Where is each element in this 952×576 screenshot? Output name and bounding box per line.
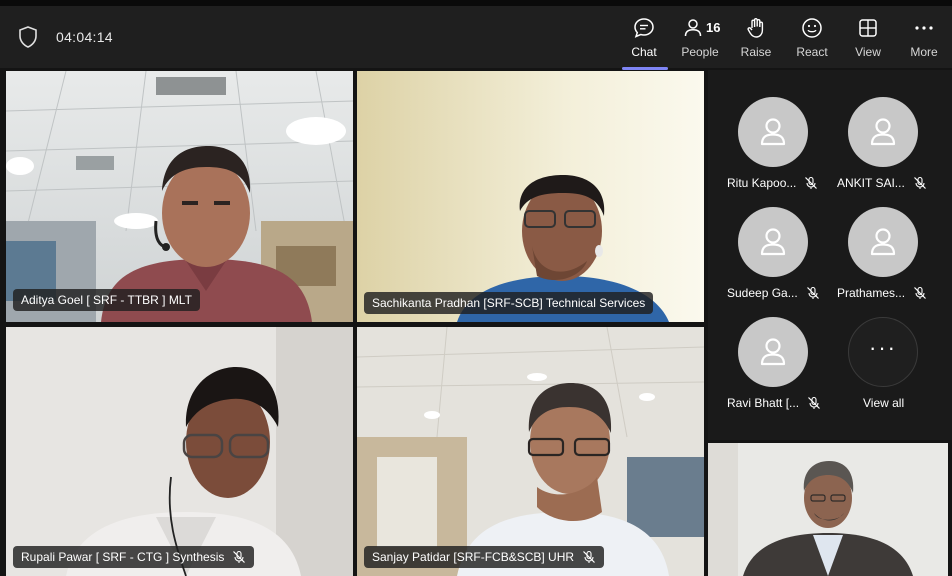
mic-muted-icon (583, 550, 595, 563)
mic-muted-icon (233, 550, 246, 563)
chat-label: Chat (631, 45, 657, 59)
participant-list-item[interactable]: Prathames... (837, 286, 927, 300)
video-tile[interactable]: Sanjay Patidar [SRF-FCB&SCB] UHR (357, 327, 704, 576)
video-tile[interactable]: Rupali Pawar [ SRF - CTG ] Synthesis (6, 327, 353, 576)
participant-list-item[interactable]: Ritu Kapoo... (727, 176, 818, 190)
participant-name: Prathames... (837, 286, 906, 300)
meeting-window: 04:04:14 Chat 16 People Raise React View… (0, 0, 952, 576)
person-icon (760, 228, 786, 256)
participant-name: Sanjay Patidar [SRF-FCB&SCB] UHR (372, 550, 575, 564)
participant-name: Sudeep Ga... (727, 286, 798, 300)
view-button[interactable]: View (840, 12, 896, 66)
people-icon (684, 19, 702, 37)
participant-name: ANKIT SAI... (837, 176, 905, 190)
more-button[interactable]: More (896, 12, 952, 66)
participant-list-item[interactable]: Sudeep Ga... (727, 286, 820, 300)
participant-video (357, 327, 704, 576)
participant-name: Rupali Pawar [ SRF - CTG ] Synthesis (21, 550, 225, 564)
meeting-timer: 04:04:14 (56, 29, 113, 45)
avatar[interactable] (738, 97, 808, 167)
people-count: 16 (706, 20, 721, 35)
avatar[interactable] (738, 207, 808, 277)
react-icon (802, 18, 822, 38)
person-icon (870, 118, 896, 146)
mic-muted-icon (808, 396, 820, 409)
participant-name: Ritu Kapoo... (727, 176, 797, 190)
participant-name: Aditya Goel [ SRF - TTBR ] MLT (21, 293, 192, 307)
raise-label: Raise (740, 45, 772, 59)
participant-roster: Ritu Kapoo... ANKIT SAI... Sudeep Ga... … (708, 70, 952, 440)
self-video (708, 443, 948, 576)
participant-video (6, 327, 353, 576)
view-icon (859, 19, 877, 37)
react-label: React (796, 45, 828, 59)
participant-name-tag: Sanjay Patidar [SRF-FCB&SCB] UHR (364, 546, 605, 568)
participant-name-tag: Aditya Goel [ SRF - TTBR ] MLT (13, 289, 200, 311)
chat-active-indicator (622, 67, 668, 70)
mic-muted-icon (914, 286, 926, 299)
view-label: View (855, 45, 881, 59)
person-icon (870, 228, 896, 256)
more-icon (915, 26, 933, 30)
avatar[interactable] (738, 317, 808, 387)
person-icon (760, 338, 786, 366)
participant-video (6, 71, 353, 322)
participant-name-tag: Rupali Pawar [ SRF - CTG ] Synthesis (13, 546, 255, 568)
chat-icon (634, 18, 654, 38)
meeting-toolbar: 04:04:14 Chat 16 People Raise React View… (0, 6, 952, 70)
react-button[interactable]: React (784, 12, 840, 66)
mic-muted-icon (806, 286, 819, 299)
raise-hand-icon (747, 18, 764, 38)
video-tile[interactable]: Aditya Goel [ SRF - TTBR ] MLT (6, 71, 353, 322)
people-label: People (681, 45, 719, 59)
participant-list-item[interactable]: ANKIT SAI... (837, 176, 927, 190)
participant-name: Ravi Bhatt [... (727, 396, 800, 410)
shield-icon[interactable] (18, 26, 38, 48)
view-all-label[interactable]: View all (863, 396, 904, 410)
more-icon: ··· (869, 335, 897, 360)
participant-name: Sachikanta Pradhan [SRF-SCB] Technical S… (372, 296, 646, 310)
avatar[interactable] (848, 97, 918, 167)
mic-muted-icon (913, 176, 926, 189)
view-all-button[interactable]: ··· (848, 317, 918, 387)
raise-hand-button[interactable]: Raise (728, 12, 784, 66)
avatar[interactable] (848, 207, 918, 277)
video-tile[interactable]: Sachikanta Pradhan [SRF-SCB] Technical S… (357, 71, 704, 322)
chat-button[interactable]: Chat (616, 12, 672, 66)
participant-name-tag: Sachikanta Pradhan [SRF-SCB] Technical S… (364, 292, 654, 314)
participant-video (357, 71, 704, 322)
participant-list-item[interactable]: Ravi Bhatt [... (727, 396, 821, 410)
more-label: More (910, 45, 938, 59)
person-icon (760, 118, 786, 146)
self-view-tile[interactable] (708, 443, 948, 576)
mic-muted-icon (805, 176, 818, 189)
people-button[interactable]: 16 People (672, 12, 728, 66)
